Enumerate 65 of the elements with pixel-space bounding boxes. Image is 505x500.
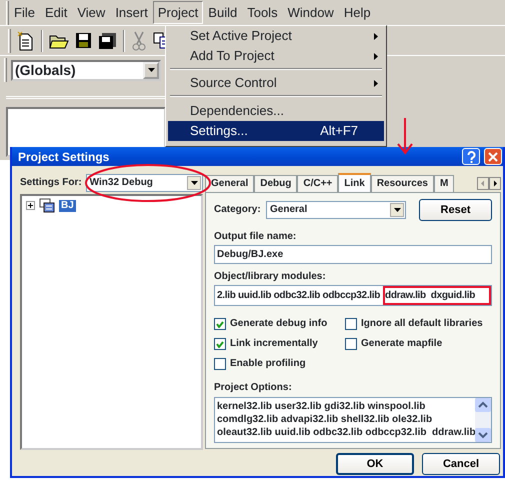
checkbox[interactable]: [214, 338, 226, 350]
output-file-label: Output file name:: [214, 231, 298, 243]
output-file-field[interactable]: Debug/BJ.exe: [214, 245, 492, 264]
menu-item[interactable]: Edit: [40, 0, 72, 24]
window-title: Project Settings: [18, 150, 110, 162]
menu-item[interactable]: View: [72, 0, 110, 24]
scroll-right-icon[interactable]: [489, 177, 501, 190]
menu-item[interactable]: Tools: [242, 0, 283, 24]
configuration-combo[interactable]: Win32 Debug: [86, 174, 203, 192]
tab[interactable]: Debug: [254, 175, 298, 192]
checkbox[interactable]: [345, 338, 357, 350]
checkbox[interactable]: [214, 318, 226, 330]
menu-item[interactable]: Build: [203, 0, 242, 24]
checkbox-label: Link incrementally: [230, 338, 318, 350]
project-options-text: kernel32.lib user32.lib gdi32.lib winspool.lib comdlg32.lib advapi32.lib shell32.lib ole32.lib oleaut32.lib uuid.lib odbc32.lib odbccp32.lib ddraw.lib: [216, 400, 475, 440]
open-folder-icon[interactable]: [49, 32, 69, 48]
category-combo[interactable]: General: [266, 201, 406, 219]
menu-item[interactable]: Add To Project: [168, 46, 384, 66]
tree-node-label[interactable]: BJ: [59, 200, 76, 212]
save-all-icon[interactable]: [98, 32, 117, 50]
project-options-field[interactable]: kernel32.lib user32.lib gdi32.lib winspool.lib comdlg32.lib advapi32.lib shell32.lib ole32.lib oleaut32.lib uuid.lib odbc32.lib odbccp32.lib ddraw.lib: [214, 397, 492, 443]
scrollbar[interactable]: [475, 398, 491, 442]
checkbox-label: Ignore all default libraries: [361, 318, 483, 330]
menu-item[interactable]: Settings... Alt+F7: [168, 121, 384, 141]
menu-item[interactable]: Insert: [110, 0, 153, 24]
menu-item[interactable]: Window: [282, 0, 339, 24]
modules-label: Object/library modules:: [214, 271, 327, 283]
expand-toggle[interactable]: [26, 201, 35, 210]
menu-item[interactable]: Source Control: [168, 73, 384, 93]
tab[interactable]: General: [205, 175, 254, 192]
ok-button[interactable]: OK: [336, 453, 414, 475]
modules-field[interactable]: 2.lib uuid.lib odbc32.lib odbccp32.lib ddraw.lib dxguid.lib: [214, 285, 492, 306]
menu-item[interactable]: Set Active Project: [168, 26, 384, 46]
close-icon: [488, 152, 498, 162]
scroll-up-icon[interactable]: [475, 398, 491, 412]
dropdown-arrow-icon: [190, 181, 198, 185]
checkbox-label: Enable profiling: [230, 358, 306, 370]
checkbox[interactable]: [214, 358, 226, 370]
close-button[interactable]: [484, 148, 502, 165]
annotation-arrow: [396, 117, 414, 155]
tab[interactable]: Link: [338, 173, 371, 192]
cancel-button[interactable]: Cancel: [422, 453, 500, 475]
dropdown-arrow-icon: [148, 68, 154, 72]
checkbox-label: Generate debug info: [230, 318, 328, 330]
project-options-label: Project Options:: [214, 382, 293, 394]
tab[interactable]: M: [434, 175, 454, 192]
settings-for-label: Settings For:: [20, 177, 82, 189]
menu-item[interactable]: Project: [152, 0, 204, 24]
category-label: Category:: [214, 204, 262, 216]
project-icon: [39, 198, 55, 213]
question-mark-icon: [466, 150, 476, 162]
menu-item[interactable]: Help: [338, 0, 376, 24]
help-button[interactable]: [462, 148, 480, 165]
tab[interactable]: C/C++: [297, 175, 338, 192]
menu-item[interactable]: File: [9, 0, 40, 24]
reset-button[interactable]: Reset: [419, 199, 492, 221]
new-file-icon[interactable]: [17, 30, 35, 50]
scroll-down-icon[interactable]: [475, 428, 491, 442]
dropdown-arrow-icon: [394, 208, 400, 212]
globals-combo[interactable]: (Globals): [11, 60, 161, 80]
checkbox-label: Generate mapfile: [361, 338, 442, 350]
menu-item[interactable]: Dependencies...: [168, 101, 384, 121]
checkbox[interactable]: [345, 318, 357, 330]
tab[interactable]: Resources: [370, 175, 434, 192]
save-icon[interactable]: [75, 32, 92, 49]
